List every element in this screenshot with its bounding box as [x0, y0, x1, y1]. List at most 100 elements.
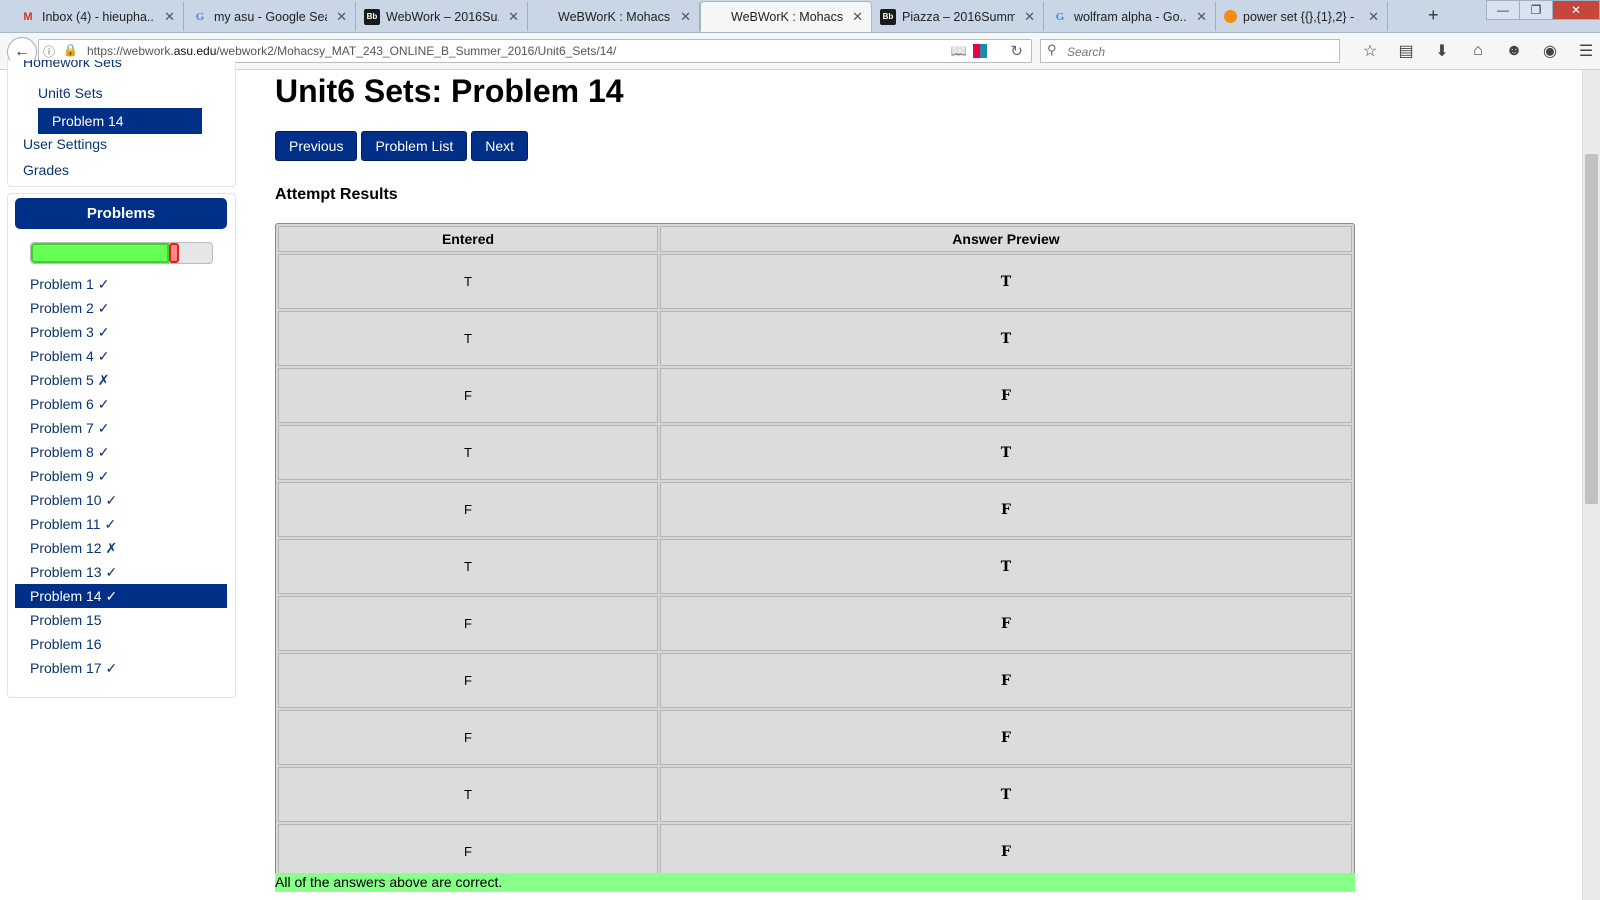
problem-list-item[interactable]: Problem 13 ✓	[15, 560, 227, 584]
gmail-icon: M	[23, 10, 33, 23]
problem-list-item[interactable]: Problem 3 ✓	[15, 320, 227, 344]
problem-list-item[interactable]: Problem 6 ✓	[15, 392, 227, 416]
minimize-icon[interactable]: —	[1486, 0, 1520, 20]
problem-list-item[interactable]: Problem 7 ✓	[15, 416, 227, 440]
blackboard-icon: Bb	[880, 8, 896, 25]
browser-tab[interactable]: Gmy asu - Google Sea... ✕	[184, 2, 356, 31]
answer-preview-cell: T	[660, 539, 1352, 594]
problem-list-item[interactable]: Problem 5 ✗	[15, 368, 227, 392]
current-problem-nav[interactable]: Problem 14	[38, 108, 202, 134]
window-controls: — ❐ ✕	[1486, 0, 1600, 20]
pocket-icon[interactable]: ◉	[1532, 39, 1568, 63]
problem-list-item[interactable]: Problem 17 ✓	[15, 656, 227, 680]
table-header-row: Entered Answer Preview	[278, 226, 1352, 252]
search-input[interactable]	[1065, 42, 1329, 62]
problem-list: Problem 1 ✓ Problem 2 ✓ Problem 3 ✓ Problem…	[15, 272, 227, 680]
problem-list-item[interactable]: Problem 14 ✓	[15, 584, 227, 608]
problem-list-item[interactable]: Problem 15	[15, 608, 227, 632]
close-tab-icon[interactable]: ✕	[1024, 9, 1035, 25]
problem-list-item[interactable]: Problem 16	[15, 632, 227, 656]
browser-tab[interactable]: Bb Piazza – 2016Summ... ✕	[872, 2, 1044, 31]
entered-cell: F	[278, 482, 658, 537]
close-tab-icon[interactable]: ✕	[680, 9, 691, 25]
close-tab-icon[interactable]: ✕	[164, 9, 175, 25]
homework-sets-link[interactable]: Homework Sets	[23, 60, 122, 70]
previous-button[interactable]: Previous	[275, 131, 358, 161]
problem-list-item[interactable]: Problem 11 ✓	[15, 512, 227, 536]
problem-list-item[interactable]: Problem 10 ✓	[15, 488, 227, 512]
new-tab-button[interactable]: +	[1428, 5, 1439, 26]
problem-list-item[interactable]: Problem 1 ✓	[15, 272, 227, 296]
table-row: TT	[278, 767, 1352, 822]
favicon-icon	[536, 9, 552, 25]
download-icon[interactable]: ⬇	[1424, 39, 1460, 63]
tab-label: power set {{},{1},2} - ...	[1243, 9, 1359, 24]
close-tab-icon[interactable]: ✕	[336, 9, 347, 25]
close-tab-icon[interactable]: ✕	[1196, 9, 1207, 25]
problem-nav-buttons: Previous Problem List Next	[275, 131, 532, 161]
answer-preview-cell: F	[660, 653, 1352, 708]
tab-label: wolfram alpha - Go...	[1074, 9, 1187, 24]
problem-list-item[interactable]: Problem 4 ✓	[15, 344, 227, 368]
grades-link[interactable]: Grades	[23, 162, 69, 178]
problem-list-item[interactable]: Problem 8 ✓	[15, 440, 227, 464]
favicon-icon	[709, 9, 725, 25]
unit6-sets-link[interactable]: Unit6 Sets	[38, 85, 103, 101]
problems-header: Problems	[15, 198, 227, 229]
page-scrollbar[interactable]	[1582, 70, 1600, 900]
close-tab-icon[interactable]: ✕	[1368, 9, 1379, 25]
info-icon[interactable]: ⓘ	[43, 43, 55, 60]
browser-tab[interactable]: power set {{},{1},2} - ... ✕	[1216, 2, 1388, 31]
table-row: FF	[278, 368, 1352, 423]
reader-view-icon[interactable]: 📖	[951, 43, 967, 59]
browser-tab[interactable]: WeBWorK : Mohacs... ✕	[528, 2, 700, 31]
problem-list-item[interactable]: Problem 2 ✓	[15, 296, 227, 320]
entered-cell: F	[278, 824, 658, 879]
scrollbar-thumb[interactable]	[1585, 154, 1598, 504]
extension-icon[interactable]	[973, 44, 987, 58]
tab-label: WeBWorK : Mohacs...	[558, 9, 671, 24]
score-progress-bar	[30, 242, 213, 264]
blackboard-icon: Bb	[364, 8, 380, 25]
browser-tab[interactable]: Gwolfram alpha - Go... ✕	[1044, 2, 1216, 31]
search-icon: ⚲	[1047, 42, 1057, 57]
problem-list-item[interactable]: Problem 12 ✗	[15, 536, 227, 560]
answer-preview-cell: T	[660, 254, 1352, 309]
problem-list-item[interactable]: Problem 9 ✓	[15, 464, 227, 488]
google-icon: G	[1055, 10, 1065, 23]
close-tab-icon[interactable]: ✕	[508, 9, 519, 25]
user-settings-link[interactable]: User Settings	[23, 136, 107, 152]
problems-panel: Problems Problem 1 ✓ Problem 2 ✓ Problem 3…	[7, 193, 236, 698]
bookmark-star-icon[interactable]: ☆	[1352, 39, 1388, 63]
table-row: TT	[278, 254, 1352, 309]
page-title: Unit6 Sets: Problem 14	[275, 73, 624, 109]
reload-icon[interactable]: ↻	[1010, 42, 1023, 60]
home-icon[interactable]: ⌂	[1460, 39, 1496, 63]
browser-tab[interactable]: Bb WebWork – 2016Su... ✕	[356, 2, 528, 31]
search-box[interactable]: ⚲	[1040, 39, 1340, 63]
restore-icon[interactable]: ❐	[1519, 0, 1553, 20]
lock-icon[interactable]: 🔒	[63, 43, 78, 57]
answer-preview-cell: F	[660, 482, 1352, 537]
entered-cell: F	[278, 368, 658, 423]
google-icon: G	[195, 10, 205, 23]
tab-label: Piazza – 2016Summ...	[902, 9, 1015, 24]
next-button[interactable]: Next	[471, 131, 529, 161]
attempt-results-table: Entered Answer Preview TTTTFFTTFFTTFFFFF…	[275, 223, 1355, 882]
menu-icon[interactable]: ☰	[1568, 39, 1600, 63]
browser-tab[interactable]: WeBWorK : Mohacs... ✕	[700, 1, 872, 32]
problem-list-button[interactable]: Problem List	[361, 131, 468, 161]
answer-preview-cell: T	[660, 425, 1352, 480]
correct-summary-message: All of the answers above are correct.	[275, 873, 1355, 892]
table-row: FF	[278, 653, 1352, 708]
close-tab-icon[interactable]: ✕	[852, 9, 863, 25]
url-text[interactable]: https://webwork.asu.edu/webwork2/Mohacsy…	[87, 44, 616, 58]
chat-icon[interactable]: ☻	[1496, 39, 1532, 63]
close-window-icon[interactable]: ✕	[1552, 0, 1600, 20]
browser-tab[interactable]: M Inbox (4) - hieupha... ✕	[12, 2, 184, 31]
bookmarks-list-icon[interactable]: ▤	[1388, 39, 1424, 63]
table-row: FF	[278, 596, 1352, 651]
stackoverflow-icon	[1224, 10, 1237, 23]
entered-column-header: Entered	[278, 226, 658, 252]
entered-cell: F	[278, 710, 658, 765]
